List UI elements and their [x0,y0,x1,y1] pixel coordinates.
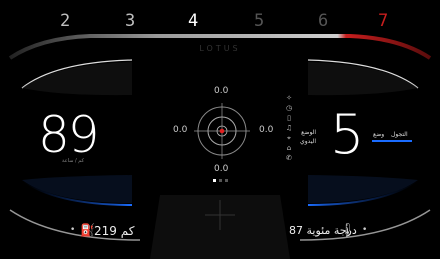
music-icon: ♫ [285,124,293,132]
clock-icon: ◷ [285,104,293,112]
page-indicator-dots [213,179,228,182]
garage-icon: ⌂ [286,144,292,152]
phone-call-icon: ✆ [286,154,292,162]
g-meter-bottom: 0.0 [214,164,229,174]
fuel-dot-icon: • [70,225,76,235]
manual-mode-line2: اليدوي [300,138,317,145]
compass-icon: ✧ [286,94,292,102]
fuel-pump-icon: ⛽ [80,223,95,237]
g-meter-right: 0.0 [259,125,274,135]
speed-value: 89 [38,106,100,164]
g-force-dot [219,128,225,134]
mode-tab-label-1[interactable]: وضع [373,131,384,138]
manual-mode-label: الوضع اليدوي [300,128,316,146]
current-gear: 5 [330,103,365,166]
location-pin-icon: ⌖ [287,134,291,142]
phone-portrait-icon: ▯ [287,114,291,122]
g-meter-left: 0.0 [173,125,188,135]
fuel-range: 219 كم [94,224,135,238]
mode-tab-underline [372,140,412,142]
temp-dot-icon: • [362,225,368,235]
g-force-meter [194,103,250,159]
manual-mode-line1: الوضع [301,129,317,136]
coolant-temp-icon: 🌡 [340,222,356,236]
speed-unit: كم / ساعة [62,158,84,164]
status-icons-column: ✧ ◷ ▯ ♫ ⌖ ⌂ ✆ [283,93,295,163]
g-meter-top: 0.0 [214,86,229,96]
mode-tab-label-2[interactable]: التجول [391,131,408,138]
